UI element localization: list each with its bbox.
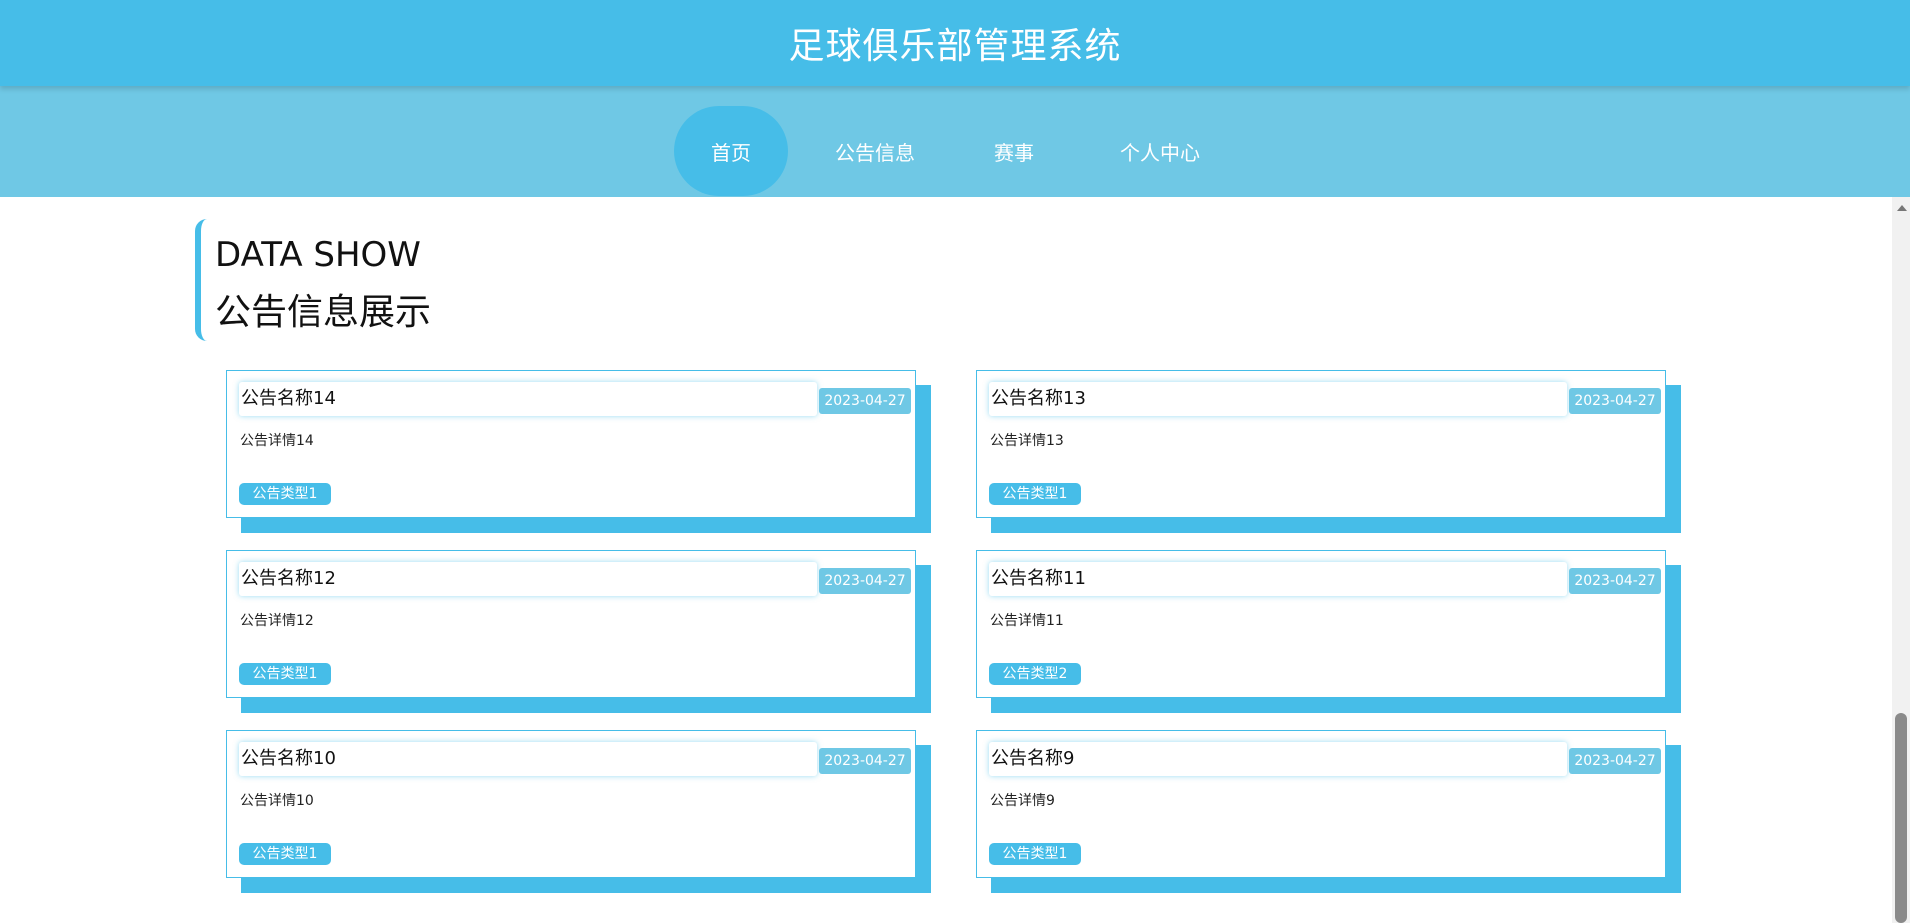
nav-item-home[interactable]: 首页 [674, 106, 788, 196]
nav-item-label: 赛事 [994, 140, 1034, 165]
vertical-scrollbar[interactable] [1892, 197, 1910, 923]
notice-type-badge: 公告类型1 [239, 663, 331, 685]
notice-card[interactable]: 公告名称11 2023-04-27 公告详情11 公告类型2 [976, 550, 1681, 713]
scroll-thumb[interactable] [1895, 713, 1907, 923]
notice-date-badge: 2023-04-27 [819, 748, 911, 774]
card-body: 公告名称11 2023-04-27 公告详情11 公告类型2 [976, 550, 1666, 698]
section-heading: DATA SHOW 公告信息展示 [195, 219, 601, 341]
notice-detail: 公告详情11 [990, 613, 1064, 629]
card-body: 公告名称10 2023-04-27 公告详情10 公告类型1 [226, 730, 916, 878]
notice-date-badge: 2023-04-27 [819, 388, 911, 414]
notice-date-badge: 2023-04-27 [819, 568, 911, 594]
card-body: 公告名称13 2023-04-27 公告详情13 公告类型1 [976, 370, 1666, 518]
card-body: 公告名称9 2023-04-27 公告详情9 公告类型1 [976, 730, 1666, 878]
card-body: 公告名称14 2023-04-27 公告详情14 公告类型1 [226, 370, 916, 518]
app-title: 足球俱乐部管理系统 [788, 26, 1122, 67]
notice-type-badge: 公告类型1 [239, 483, 331, 505]
notice-date-badge: 2023-04-27 [1569, 568, 1661, 594]
notice-date-badge: 2023-04-27 [1569, 748, 1661, 774]
notice-name[interactable]: 公告名称13 [989, 382, 1567, 416]
notice-detail: 公告详情13 [990, 433, 1064, 449]
main-content: DATA SHOW 公告信息展示 公告名称14 2023-04-27 公告详情1… [0, 197, 1892, 923]
scroll-up-arrow-icon[interactable] [1897, 205, 1907, 211]
notice-card[interactable]: 公告名称10 2023-04-27 公告详情10 公告类型1 [226, 730, 931, 893]
notice-card[interactable]: 公告名称13 2023-04-27 公告详情13 公告类型1 [976, 370, 1681, 533]
section-title-zh: 公告信息展示 [215, 292, 432, 333]
notice-card[interactable]: 公告名称9 2023-04-27 公告详情9 公告类型1 [976, 730, 1681, 893]
notice-detail: 公告详情14 [240, 433, 314, 449]
notice-type-badge: 公告类型1 [239, 843, 331, 865]
nav-item-label: 首页 [711, 140, 751, 165]
app-window: 足球俱乐部管理系统 首页 公告信息 赛事 个人中心 DATA SHOW 公告信息… [0, 0, 1910, 923]
notice-detail: 公告详情10 [240, 793, 314, 809]
notice-detail: 公告详情9 [990, 793, 1055, 809]
notice-name[interactable]: 公告名称12 [239, 562, 817, 596]
section-title-en: DATA SHOW [215, 235, 421, 275]
notice-date-badge: 2023-04-27 [1569, 388, 1661, 414]
nav-bar: 首页 公告信息 赛事 个人中心 [0, 86, 1910, 197]
notice-card[interactable]: 公告名称14 2023-04-27 公告详情14 公告类型1 [226, 370, 931, 533]
notice-card[interactable]: 公告名称12 2023-04-27 公告详情12 公告类型1 [226, 550, 931, 713]
notice-name[interactable]: 公告名称10 [239, 742, 817, 776]
nav-item-profile[interactable]: 个人中心 [1106, 106, 1214, 196]
nav-item-notices[interactable]: 公告信息 [820, 106, 930, 196]
notice-name[interactable]: 公告名称14 [239, 382, 817, 416]
notice-type-badge: 公告类型1 [989, 843, 1081, 865]
card-body: 公告名称12 2023-04-27 公告详情12 公告类型1 [226, 550, 916, 698]
nav-item-label: 公告信息 [835, 140, 915, 165]
notice-name[interactable]: 公告名称11 [989, 562, 1567, 596]
notice-type-badge: 公告类型2 [989, 663, 1081, 685]
notice-detail: 公告详情12 [240, 613, 314, 629]
title-bar: 足球俱乐部管理系统 [0, 0, 1910, 86]
nav-item-label: 个人中心 [1120, 140, 1200, 165]
notice-type-badge: 公告类型1 [989, 483, 1081, 505]
nav-item-matches[interactable]: 赛事 [976, 106, 1052, 196]
notice-name[interactable]: 公告名称9 [989, 742, 1567, 776]
